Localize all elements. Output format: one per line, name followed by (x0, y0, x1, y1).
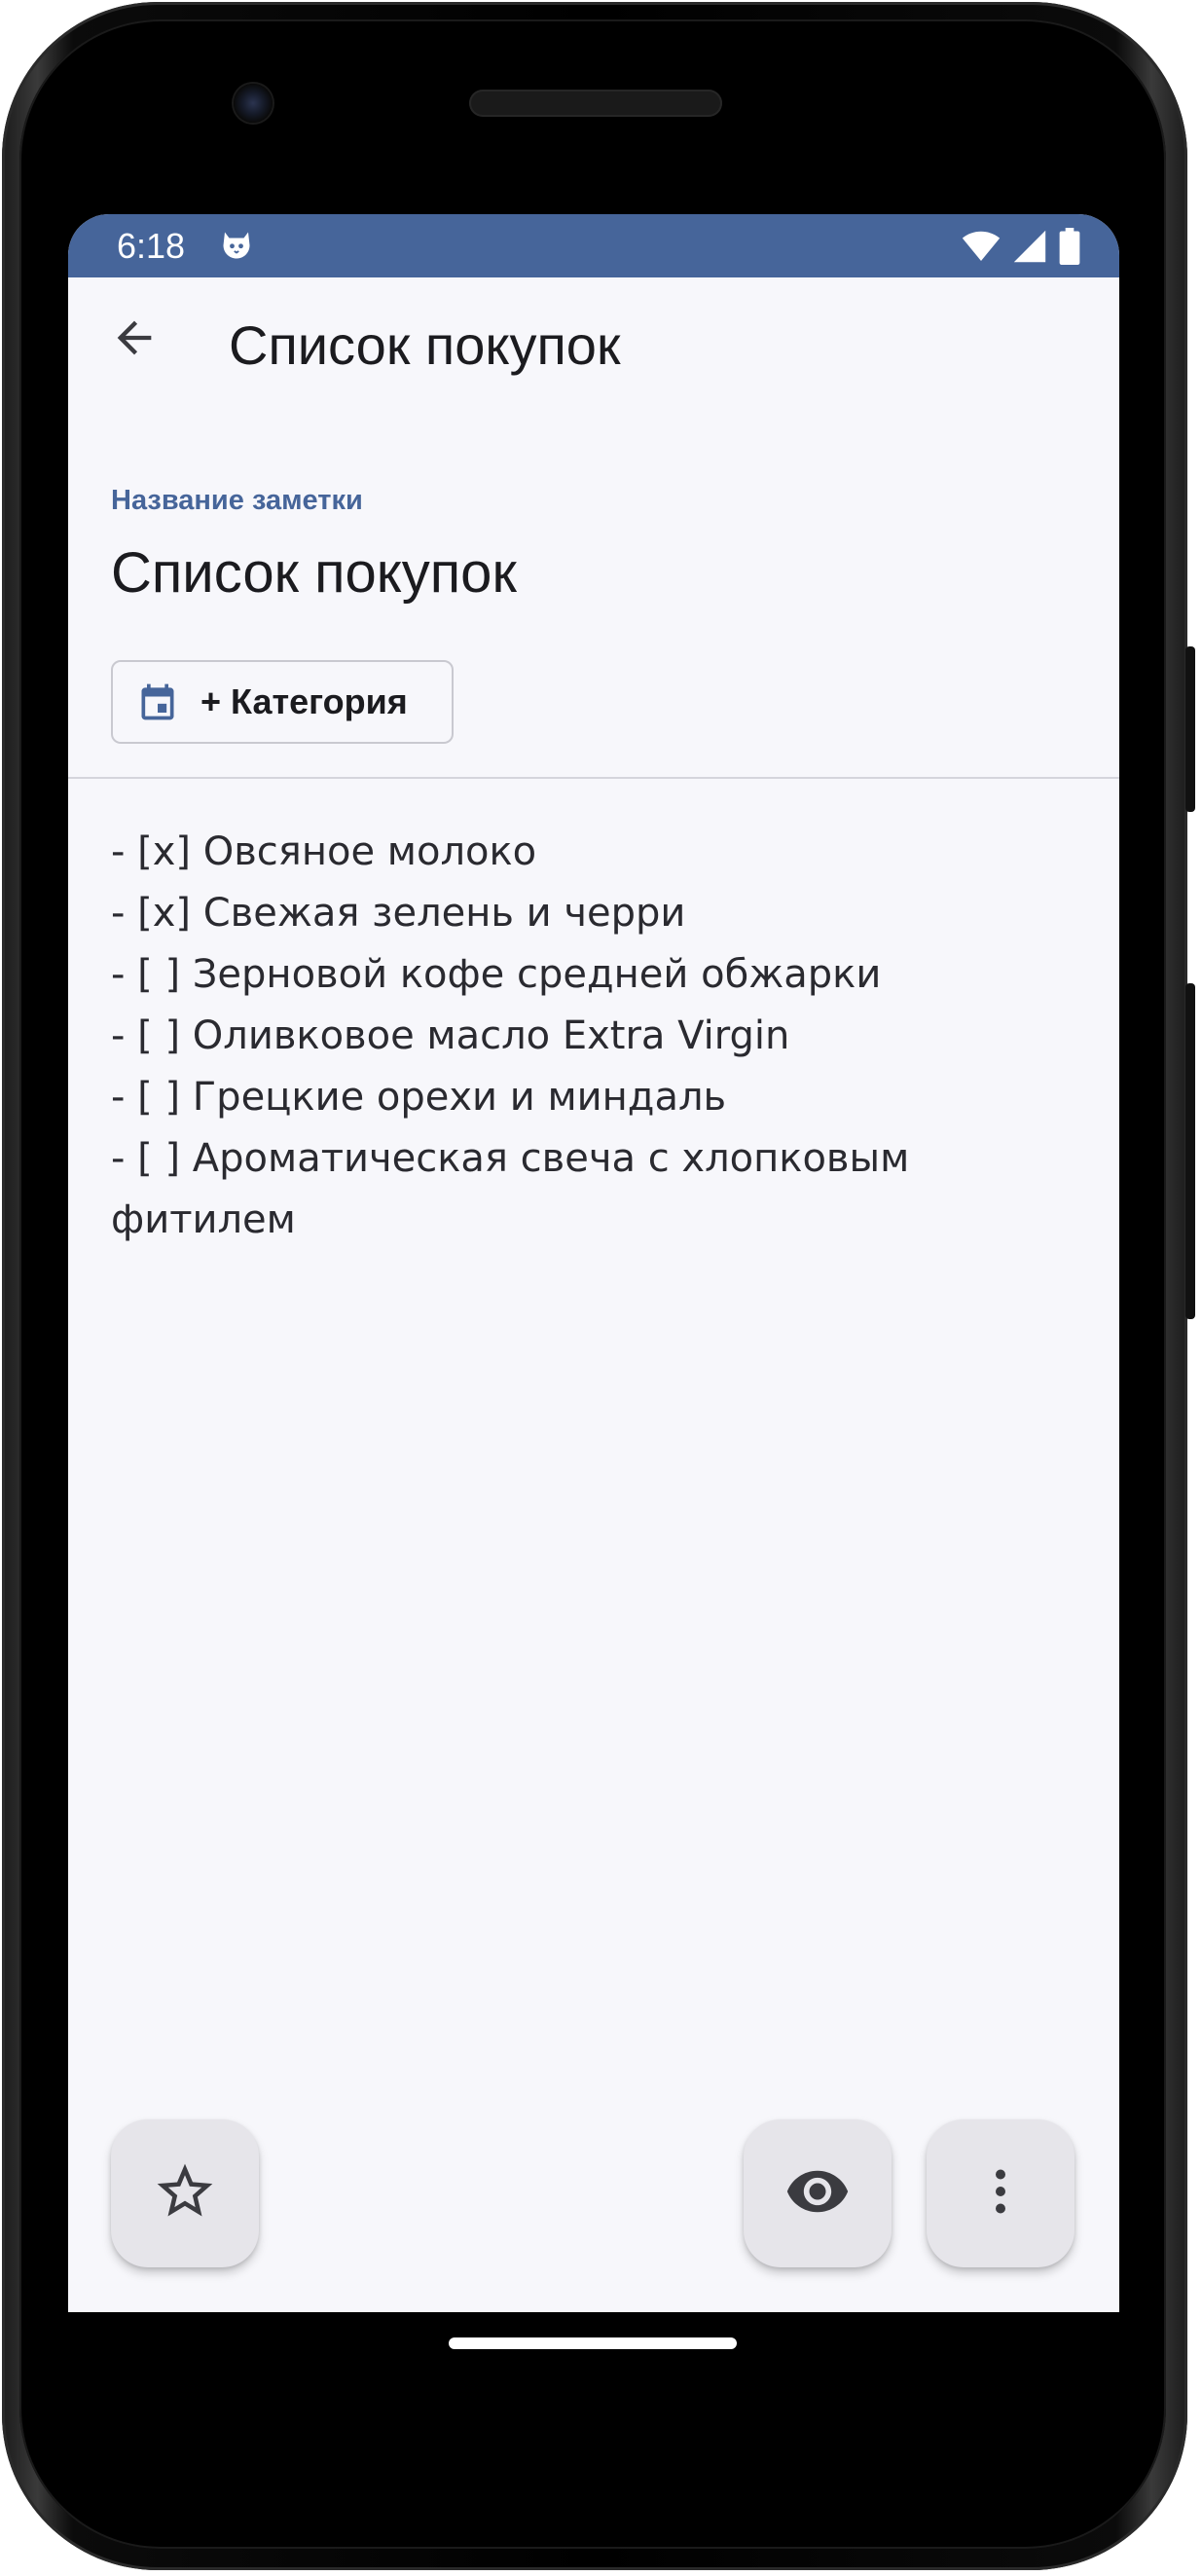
note-title-label: Название заметки (111, 485, 363, 516)
eye-icon (784, 2158, 851, 2229)
top-app-bar: Список покупок (68, 277, 1119, 394)
note-title-field[interactable]: Список покупок (111, 540, 517, 606)
page-title: Список покупок (229, 314, 621, 376)
phone-device: 6:18 Список покупок Название заметки Спи… (0, 0, 1202, 2576)
front-camera (234, 84, 273, 123)
note-body-editor[interactable]: - [x] Овсяное молоко - [x] Свежая зелень… (111, 822, 1084, 1251)
arrow-back-icon (109, 313, 160, 368)
calendar-icon (136, 681, 179, 723)
battery-icon (1059, 228, 1080, 270)
volume-button (1185, 983, 1195, 1319)
back-button[interactable] (103, 309, 165, 371)
status-icons (962, 228, 1080, 270)
home-gesture-bar[interactable] (449, 2337, 737, 2349)
status-bar: 6:18 (68, 214, 1119, 277)
favorite-button[interactable] (111, 2119, 259, 2267)
add-category-button[interactable]: + Категория (111, 660, 454, 744)
signal-icon (1012, 229, 1047, 269)
more-vertical-icon (971, 2162, 1030, 2226)
earpiece-speaker (469, 90, 722, 117)
add-category-label: + Категория (200, 681, 408, 721)
star-outline-icon (152, 2158, 218, 2229)
wifi-icon (962, 229, 1001, 269)
preview-button[interactable] (744, 2119, 892, 2267)
power-button (1185, 646, 1195, 812)
status-time: 6:18 (117, 226, 186, 266)
app-screen: 6:18 Список покупок Название заметки Спи… (68, 214, 1119, 2312)
cat-notification-icon (219, 228, 254, 268)
more-options-button[interactable] (927, 2119, 1075, 2267)
divider (68, 777, 1119, 779)
